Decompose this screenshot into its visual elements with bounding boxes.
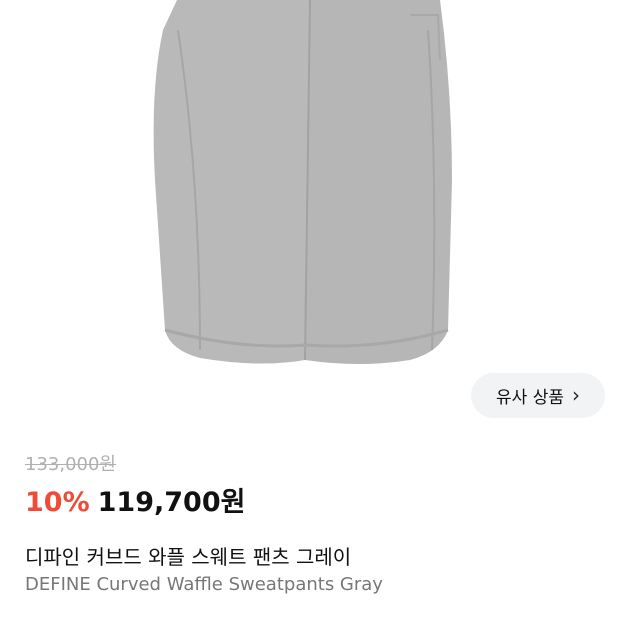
product-image[interactable] bbox=[0, 0, 620, 380]
chevron-right-icon: › bbox=[571, 382, 580, 407]
sale-price: 119,700원 bbox=[97, 487, 246, 518]
discount-rate: 10% bbox=[25, 487, 90, 518]
price-row: 10% 119,700원 bbox=[25, 480, 245, 519]
similar-products-label: 유사 상품 bbox=[496, 388, 564, 408]
similar-products-button[interactable]: 유사 상품 › bbox=[471, 373, 605, 418]
original-price: 133,000원 bbox=[25, 454, 116, 475]
sweatpants-image bbox=[153, 0, 452, 364]
product-name-english: DEFINE Curved Waffle Sweatpants Gray bbox=[25, 574, 383, 595]
product-name-korean: 디파인 커브드 와플 스웨트 팬츠 그레이 bbox=[25, 545, 352, 569]
